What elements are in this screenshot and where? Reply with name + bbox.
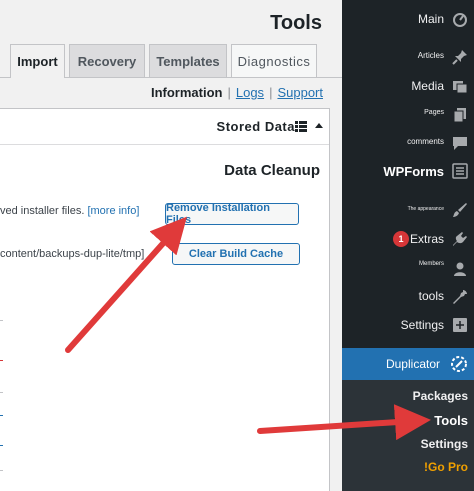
wrench-icon (453, 290, 467, 304)
update-count-badge: 1 (393, 231, 409, 247)
subnav-separator: | (227, 85, 231, 100)
subnav-information[interactable]: Information (151, 85, 223, 100)
submenu-go-pro[interactable]: !Go Pro (424, 460, 468, 474)
remove-installation-files-button[interactable]: Remove Installation Files (165, 202, 299, 226)
sidebar-item-label: Members (418, 261, 444, 267)
submenu-packages[interactable]: Packages (413, 389, 468, 403)
section-title: Data Cleanup (224, 162, 320, 179)
tab-bar: Import Recovery Templates Diagnostics (0, 44, 342, 78)
brush-icon (453, 203, 467, 217)
sidebar-item-label: Pages (424, 109, 444, 116)
edge-mark (0, 320, 3, 321)
sidebar-item-duplicator[interactable]: Duplicator (342, 348, 474, 380)
duplicator-icon (451, 356, 467, 372)
sidebar-item-label: Settings (400, 318, 444, 332)
tab-recovery[interactable]: Recovery (69, 44, 145, 77)
edge-mark (0, 415, 3, 416)
duplicator-submenu: Packages Tools Settings !Go Pro (342, 380, 474, 491)
sidebar-item-media[interactable]: Media (342, 71, 474, 101)
table-icon (295, 121, 307, 132)
pin-icon (452, 50, 467, 65)
sidebar-item-label: comments (407, 137, 444, 146)
sidebar-item-label: Media (411, 79, 444, 93)
users-icon (454, 262, 466, 276)
media-icon (453, 81, 468, 94)
sidebar-item-label: WPForms (383, 164, 444, 179)
sidebar-item-label: Extras (409, 232, 444, 246)
tab-import[interactable]: Import (10, 44, 65, 78)
subnav-support-link[interactable]: Support (277, 85, 323, 100)
settings-icon (453, 318, 467, 332)
collapse-toggle-icon[interactable] (315, 123, 323, 128)
app-root: Tools Import Recovery Templates Diagnost… (0, 0, 474, 491)
tab-templates[interactable]: Templates (149, 44, 227, 77)
tab-diagnostics[interactable]: Diagnostics (231, 44, 317, 77)
sidebar-item-appearance[interactable]: The appearance (342, 195, 474, 225)
sidebar-item-pages[interactable]: Pages (342, 100, 474, 130)
sidebar-item-label: Articles (417, 51, 444, 60)
sidebar-item-tools[interactable]: tools (342, 282, 474, 312)
page-title: Tools (270, 12, 322, 34)
submenu-tools[interactable]: Tools (434, 413, 468, 428)
sidebar-item-settings[interactable]: Settings (342, 310, 474, 340)
installer-files-desc: ved installer files. (0, 205, 85, 217)
sidebar-item-label: tools (418, 289, 444, 303)
sidebar-item-label: Main (417, 12, 444, 26)
edge-mark (0, 392, 3, 393)
panel-header-title: Stored Data (216, 119, 295, 134)
sidebar-item-label: Duplicator (385, 357, 440, 371)
comments-icon (453, 137, 467, 150)
admin-sidebar: Main Articles Media Pages comments WPFor… (342, 0, 474, 491)
subnav-logs-link[interactable]: Logs (236, 85, 264, 100)
sidebar-item-members[interactable]: Members (342, 254, 474, 284)
sidebar-item-articles[interactable]: Articles (342, 42, 474, 72)
sub-navigation: Information | Logs | Support (151, 85, 323, 100)
submenu-settings[interactable]: Settings (421, 437, 468, 451)
pages-icon (453, 108, 466, 123)
sidebar-item-main[interactable]: Main (342, 4, 474, 34)
sidebar-item-comments[interactable]: comments (342, 128, 474, 158)
more-info-link[interactable]: [more info] (87, 205, 139, 217)
edge-mark (0, 360, 3, 361)
sidebar-item-extras[interactable]: 1 Extras (342, 224, 474, 254)
main-content: Tools Import Recovery Templates Diagnost… (0, 0, 342, 491)
plugin-icon (453, 232, 467, 246)
dashboard-icon (453, 13, 467, 27)
edge-mark (0, 445, 3, 446)
forms-icon (452, 163, 468, 179)
installer-files-text: ved installer files. [more info] (0, 205, 139, 217)
sidebar-item-wpforms[interactable]: WPForms (342, 157, 474, 187)
build-cache-path: content/backups-dup-lite/tmp] (0, 248, 145, 260)
panel-header[interactable]: Stored Data (0, 109, 329, 145)
sidebar-item-label: The appearance (407, 206, 444, 212)
clear-build-cache-button[interactable]: Clear Build Cache (172, 243, 300, 265)
edge-mark (0, 470, 3, 471)
subnav-separator: | (269, 85, 273, 100)
